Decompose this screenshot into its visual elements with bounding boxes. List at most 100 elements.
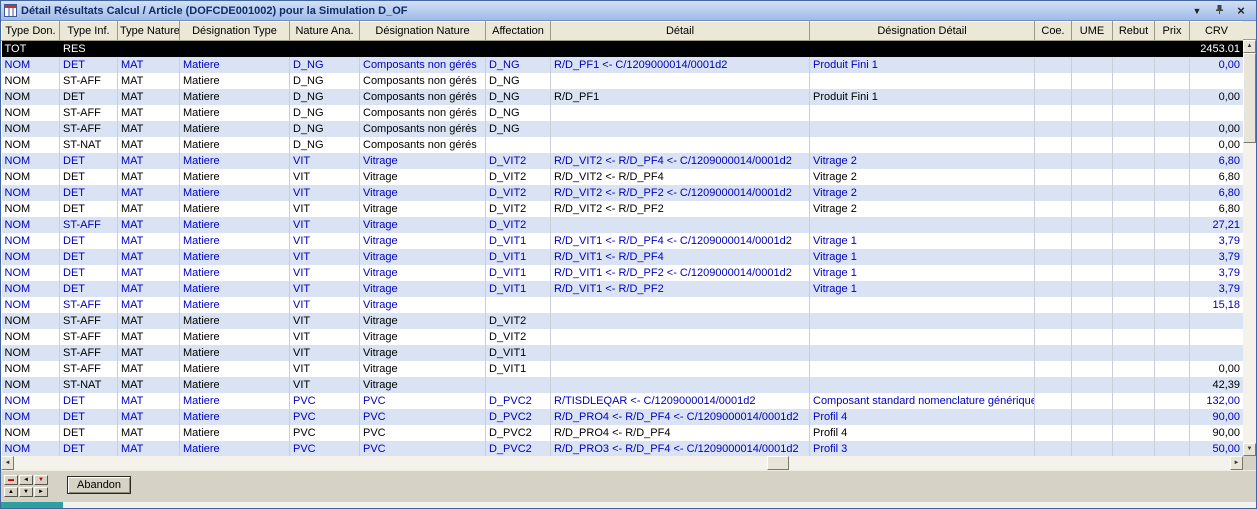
grid-row-8[interactable]: NOMDETMATMatiereVITVitrageD_VIT2R/D_VIT2… xyxy=(2,169,1244,185)
nav-next-page-button[interactable]: ► xyxy=(34,487,48,497)
window-titlebar[interactable]: Détail Résultats Calcul / Article (DOFCD… xyxy=(1,1,1256,21)
cell xyxy=(1155,153,1190,169)
column-header-crv[interactable]: CRV xyxy=(1190,22,1244,41)
grid-row-16[interactable]: NOMST-AFFMATMatiereVITVitrage15,18 xyxy=(2,297,1244,313)
grid-row-21[interactable]: NOMST-NATMATMatiereVITVitrage42,39 xyxy=(2,377,1244,393)
cell: D_NG xyxy=(486,57,551,73)
grid-row-25[interactable]: NOMDETMATMatierePVCPVCD_PVC2R/D_PRO3 <- … xyxy=(2,441,1244,457)
abandon-button[interactable]: Abandon xyxy=(67,476,131,494)
grid-row-4[interactable]: NOMST-AFFMATMatiereD_NGComposants non gé… xyxy=(2,105,1244,121)
cell: 2453.01 xyxy=(1190,41,1244,57)
cell: R/TISDLEQAR <- C/1209000014/0001d2 xyxy=(551,393,810,409)
cell xyxy=(1035,105,1072,121)
grid-row-11[interactable]: NOMST-AFFMATMatiereVITVitrageD_VIT227,21 xyxy=(2,217,1244,233)
grid-row-19[interactable]: NOMST-AFFMATMatiereVITVitrageD_VIT1 xyxy=(2,345,1244,361)
cell xyxy=(810,105,1035,121)
column-header-prix[interactable]: Prix xyxy=(1155,22,1190,41)
scroll-down-icon[interactable]: ▼ xyxy=(1243,443,1256,456)
grid-row-22[interactable]: NOMDETMATMatierePVCPVCD_PVC2R/TISDLEQAR … xyxy=(2,393,1244,409)
nav-stop-button[interactable]: ▬ xyxy=(4,475,18,485)
cell xyxy=(1072,73,1113,89)
vertical-scrollbar[interactable]: ▲ ▼ xyxy=(1243,21,1256,456)
close-icon[interactable]: × xyxy=(1234,5,1248,17)
vertical-scroll-thumb[interactable] xyxy=(1243,53,1256,143)
cell: 27,21 xyxy=(1190,217,1244,233)
cell: D_VIT2 xyxy=(486,169,551,185)
cell: Matiere xyxy=(180,265,290,281)
cell: D_VIT1 xyxy=(486,281,551,297)
cell: MAT xyxy=(118,409,180,425)
grid-row-14[interactable]: NOMDETMATMatiereVITVitrageD_VIT1R/D_VIT1… xyxy=(2,265,1244,281)
cell: PVC xyxy=(290,425,360,441)
grid-row-18[interactable]: NOMST-AFFMATMatiereVITVitrageD_VIT2 xyxy=(2,329,1244,345)
cell: DET xyxy=(60,57,118,73)
grid-row-6[interactable]: NOMST-NATMATMatiereD_NGComposants non gé… xyxy=(2,137,1244,153)
grid-row-12[interactable]: NOMDETMATMatiereVITVitrageD_VIT1R/D_VIT1… xyxy=(2,233,1244,249)
cell: VIT xyxy=(290,313,360,329)
column-header-type-inf[interactable]: Type Inf. xyxy=(60,22,118,41)
nav-down-button[interactable]: ▼ xyxy=(19,487,33,497)
cell: NOM xyxy=(2,313,60,329)
grid-row-10[interactable]: NOMDETMATMatiereVITVitrageD_VIT2R/D_VIT2… xyxy=(2,201,1244,217)
grid-row-15[interactable]: NOMDETMATMatiereVITVitrageD_VIT1R/D_VIT1… xyxy=(2,281,1244,297)
column-header-type-nature[interactable]: Type Nature xyxy=(118,22,180,41)
cell: Matiere xyxy=(180,57,290,73)
grid-row-5[interactable]: NOMST-AFFMATMatiereD_NGComposants non gé… xyxy=(2,121,1244,137)
cell: D_VIT2 xyxy=(486,153,551,169)
nav-prev-page-button[interactable]: ◄ xyxy=(19,475,33,485)
cell: MAT xyxy=(118,201,180,217)
column-header-d-tail[interactable]: Détail xyxy=(551,22,810,41)
cell: D_NG xyxy=(290,73,360,89)
column-header-ume[interactable]: UME xyxy=(1072,22,1113,41)
cell xyxy=(1155,249,1190,265)
cell: Vitrage xyxy=(360,329,486,345)
cell: ST-AFF xyxy=(60,297,118,313)
cell xyxy=(118,41,180,57)
column-header-d-signation-d-tail[interactable]: Désignation Détail xyxy=(810,22,1035,41)
cell: Vitrage xyxy=(360,281,486,297)
grid-row-20[interactable]: NOMST-AFFMATMatiereVITVitrageD_VIT10,00 xyxy=(2,361,1244,377)
cell xyxy=(1113,409,1155,425)
cell xyxy=(810,217,1035,233)
cell xyxy=(551,137,810,153)
column-header-nature-ana[interactable]: Nature Ana. xyxy=(290,22,360,41)
column-header-d-signation-type[interactable]: Désignation Type xyxy=(180,22,290,41)
cell: MAT xyxy=(118,57,180,73)
cell: 3,79 xyxy=(1190,233,1244,249)
dropdown-icon[interactable]: ▼ xyxy=(1190,5,1204,17)
cell: DET xyxy=(60,169,118,185)
column-header-affectation[interactable]: Affectation xyxy=(486,22,551,41)
cell: D_NG xyxy=(290,137,360,153)
grid-row-24[interactable]: NOMDETMATMatierePVCPVCD_PVC2R/D_PRO4 <- … xyxy=(2,425,1244,441)
grid-row-13[interactable]: NOMDETMATMatiereVITVitrageD_VIT1R/D_VIT1… xyxy=(2,249,1244,265)
grid-row-23[interactable]: NOMDETMATMatierePVCPVCD_PVC2R/D_PRO4 <- … xyxy=(2,409,1244,425)
vertical-scroll-track[interactable] xyxy=(1243,53,1256,443)
cell: Vitrage xyxy=(360,297,486,313)
column-header-d-signation-nature[interactable]: Désignation Nature xyxy=(360,22,486,41)
grid-row-3[interactable]: NOMDETMATMatiereD_NGComposants non gérés… xyxy=(2,89,1244,105)
cell xyxy=(1035,377,1072,393)
nav-page-down-button[interactable]: ▼ xyxy=(34,475,48,485)
cell xyxy=(1113,361,1155,377)
horizontal-scroll-thumb[interactable] xyxy=(767,456,789,470)
column-header-coe[interactable]: Coe. xyxy=(1035,22,1072,41)
cell xyxy=(1155,441,1190,457)
grid-row-9[interactable]: NOMDETMATMatiereVITVitrageD_VIT2R/D_VIT2… xyxy=(2,185,1244,201)
cell xyxy=(1155,233,1190,249)
nav-up-button[interactable]: ▲ xyxy=(4,487,18,497)
cell xyxy=(1113,41,1155,57)
grid-row-2[interactable]: NOMST-AFFMATMatiereD_NGComposants non gé… xyxy=(2,73,1244,89)
scroll-left-icon[interactable]: ◄ xyxy=(1,456,14,470)
grid-row-7[interactable]: NOMDETMATMatiereVITVitrageD_VIT2R/D_VIT2… xyxy=(2,153,1244,169)
horizontal-scroll-track[interactable] xyxy=(14,456,1230,470)
cell: Profil 4 xyxy=(810,425,1035,441)
grid-total-row[interactable]: TOTRES2453.01 xyxy=(2,41,1244,57)
column-header-rebut[interactable]: Rebut xyxy=(1113,22,1155,41)
grid-row-17[interactable]: NOMST-AFFMATMatiereVITVitrageD_VIT2 xyxy=(2,313,1244,329)
horizontal-scrollbar[interactable]: ◄ ► xyxy=(1,456,1256,470)
column-header-type-don[interactable]: Type Don. xyxy=(2,22,60,41)
scroll-right-icon[interactable]: ► xyxy=(1230,456,1243,470)
pin-icon[interactable] xyxy=(1212,4,1226,18)
grid-row-1[interactable]: NOMDETMATMatiereD_NGComposants non gérés… xyxy=(2,57,1244,73)
scroll-up-icon[interactable]: ▲ xyxy=(1243,40,1256,53)
